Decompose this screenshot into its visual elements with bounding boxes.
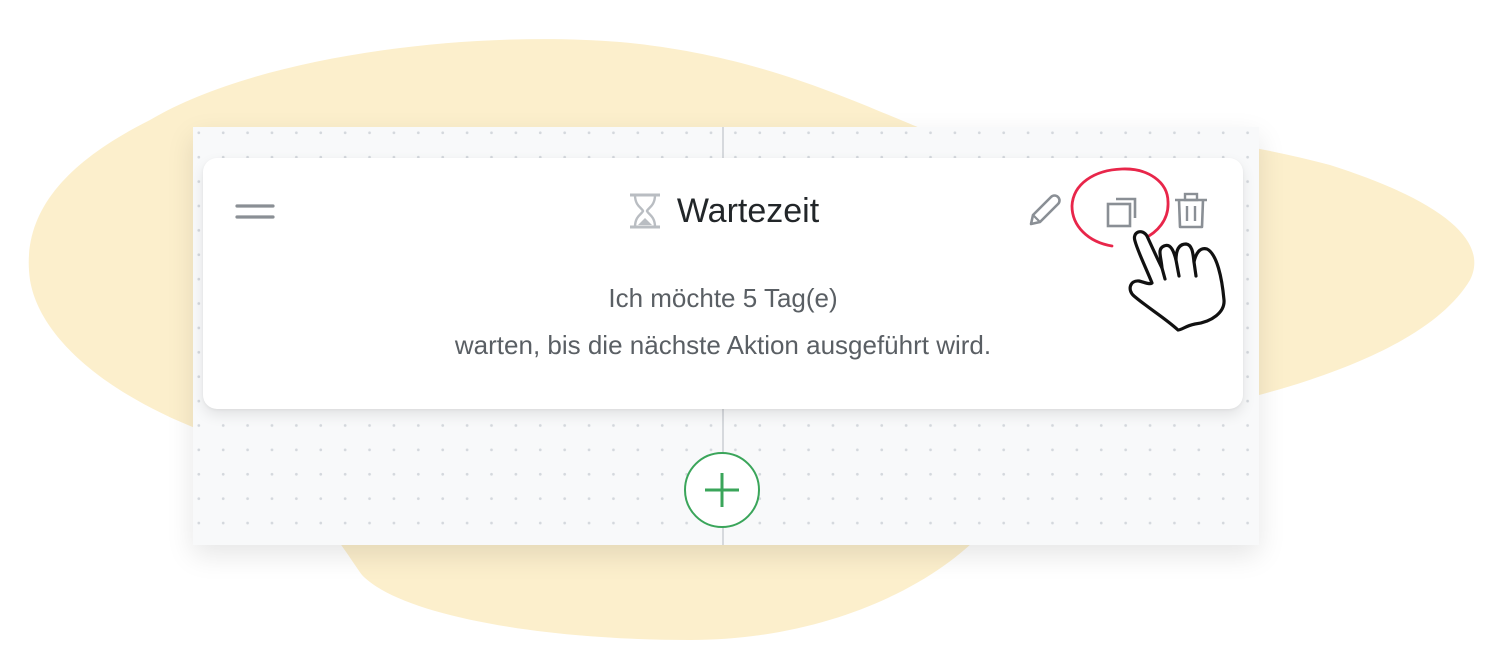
hourglass-icon: [629, 193, 660, 229]
workflow-canvas[interactable]: Wartezeit Ich möchte 5 Tag(e) warten, bi…: [193, 127, 1259, 545]
wait-step-card[interactable]: Wartezeit Ich möchte 5 Tag(e) warten, bi…: [203, 158, 1243, 409]
add-step-button[interactable]: [684, 452, 760, 528]
card-title: Wartezeit: [676, 192, 820, 230]
duplicate-button[interactable]: [1101, 188, 1145, 234]
description-line-2: warten, bis die nächste Aktion ausgeführ…: [454, 330, 992, 360]
description-line-1: Ich möchte 5 Tag(e): [608, 283, 838, 313]
plus-icon: [705, 473, 739, 507]
edit-button[interactable]: [1022, 188, 1066, 234]
delete-button[interactable]: [1169, 188, 1213, 234]
card-description: Ich möchte 5 Tag(e) warten, bis die näch…: [203, 275, 1243, 369]
card-header: Wartezeit: [203, 188, 1243, 234]
pencil-icon: [1029, 194, 1061, 226]
trash-icon: [1175, 192, 1207, 229]
copy-icon: [1106, 197, 1137, 228]
screenshot-stage: Wartezeit Ich möchte 5 Tag(e) warten, bi…: [0, 0, 1500, 671]
